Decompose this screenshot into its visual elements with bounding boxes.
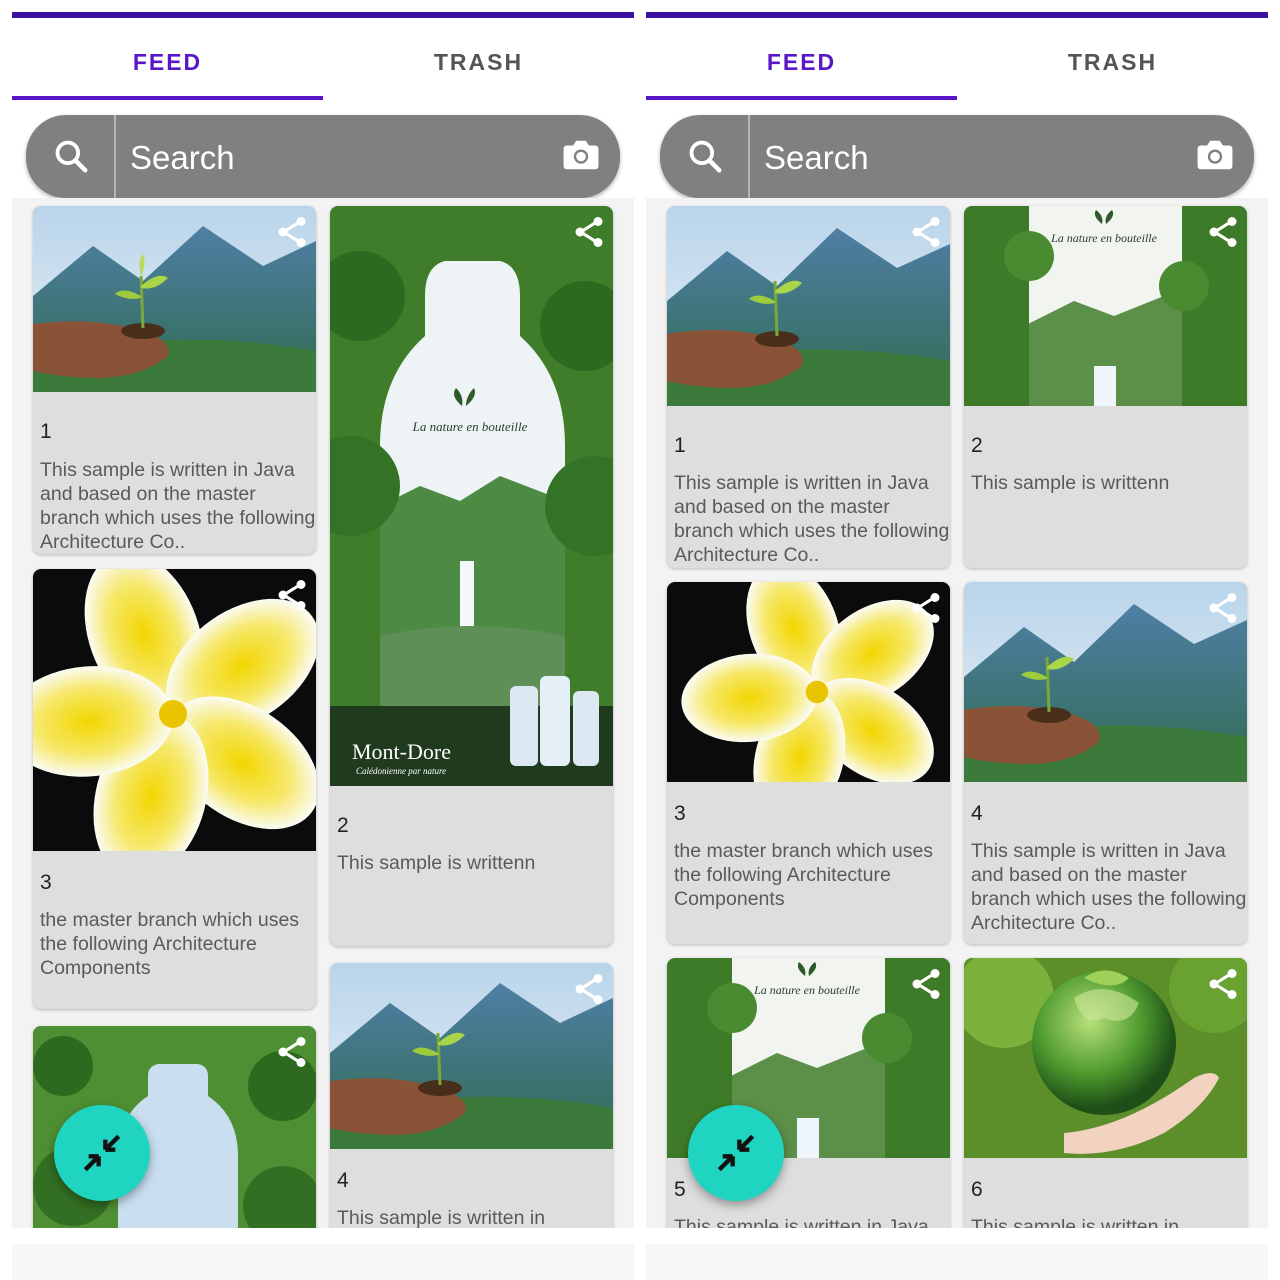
share-icon[interactable] [274,214,310,250]
card-description: This sample is written in Java [674,1216,929,1228]
tab-trash[interactable]: TRASH [323,40,634,100]
ad-title-text: La nature en bouteille [753,983,861,997]
card-number: 1 [674,434,686,457]
card-description: the master branch which uses the followi… [674,840,934,910]
top-accent-bar [646,12,1268,18]
share-icon[interactable] [274,577,310,613]
tab-indicator [12,96,323,100]
card-description: This sample is writtenn [337,852,536,874]
card-number: 4 [337,1169,349,1192]
card-description: This sample is written in Java and based… [40,459,316,553]
feed-card[interactable]: La nature en bouteille 2 This sample is … [964,206,1247,568]
card-description: This sample is written in [971,1216,1180,1228]
feed-card[interactable]: 4 This sample is written in [330,963,613,1228]
card-number: 5 [674,1178,686,1201]
share-icon[interactable] [908,214,944,250]
card-number: 3 [40,871,52,894]
tab-feed[interactable]: FEED [12,40,323,100]
search-divider [748,115,750,198]
tab-feed[interactable]: FEED [646,40,957,100]
card-number: 3 [674,802,686,825]
card-description: This sample is written in Java and based… [674,472,950,566]
feed-card[interactable]: 1 This sample is written in Java and bas… [33,206,316,554]
brand-text: Mont-Dore [352,739,451,764]
card-number: 1 [40,420,52,443]
top-accent-bar [12,12,634,18]
search-bar[interactable]: Search [660,115,1254,198]
ad-title-text: La nature en bouteille [1050,231,1158,245]
search-icon[interactable] [52,137,90,175]
card-image: La nature en bouteille Mont-Dore Calédon… [330,206,613,786]
tagline-text: Calédonienne par nature [356,766,446,776]
feed-card[interactable]: 6 This sample is written in [964,958,1247,1228]
system-nav-bar [12,1244,634,1280]
card-description: This sample is written in Java and based… [971,840,1247,934]
share-icon[interactable] [1205,966,1241,1002]
card-number: 6 [971,1178,983,1201]
feed-grid[interactable]: 1 This sample is written in Java and bas… [12,198,634,1228]
bottle-ad-image: La nature en bouteille Mont-Dore Calédon… [330,206,613,786]
share-icon[interactable] [1205,214,1241,250]
search-input[interactable]: Search [764,139,869,177]
tab-indicator [646,96,957,100]
search-divider [114,115,116,198]
share-icon[interactable] [908,590,944,626]
tab-trash[interactable]: TRASH [957,40,1268,100]
collapse-arrows-icon [717,1134,755,1172]
card-description: the master branch which uses the followi… [40,909,300,979]
feed-card[interactable]: La nature en bouteille Mont-Dore Calédon… [330,206,613,946]
card-description: This sample is written in [337,1207,546,1228]
share-icon[interactable] [571,214,607,250]
left-screen: FEED TRASH Search 1 This sample is writt… [12,0,634,1280]
share-icon[interactable] [908,966,944,1002]
system-nav-bar [646,1244,1268,1280]
right-screen: FEED TRASH Search 1 This sample is writt… [646,0,1268,1280]
card-number: 2 [337,814,349,837]
share-icon[interactable] [274,1034,310,1070]
search-input[interactable]: Search [130,139,235,177]
search-icon[interactable] [686,137,724,175]
card-number: 2 [971,434,983,457]
camera-icon[interactable] [562,137,600,173]
feed-grid[interactable]: 1 This sample is written in Java and bas… [646,198,1268,1228]
feed-card[interactable]: 3 the master branch which uses the follo… [667,582,950,944]
share-icon[interactable] [571,971,607,1007]
card-number: 4 [971,802,983,825]
collapse-fab[interactable] [688,1105,784,1201]
ad-title-text: La nature en bouteille [412,419,528,434]
card-description: This sample is writtenn [971,472,1170,494]
collapse-arrows-icon [83,1134,121,1172]
collapse-fab[interactable] [54,1105,150,1201]
share-icon[interactable] [1205,590,1241,626]
search-bar[interactable]: Search [26,115,620,198]
feed-card[interactable]: 4 This sample is written in Java and bas… [964,582,1247,944]
camera-icon[interactable] [1196,137,1234,173]
feed-card[interactable]: 1 This sample is written in Java and bas… [667,206,950,568]
feed-card[interactable]: 3 the master branch which uses the follo… [33,569,316,1009]
